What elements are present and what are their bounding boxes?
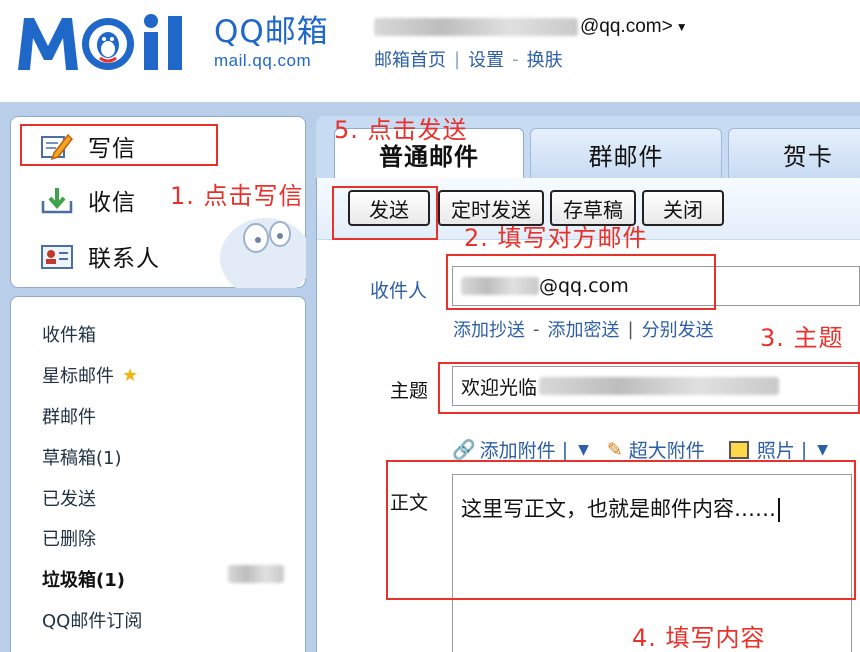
folder-inbox[interactable]: 收件箱 [42,314,282,355]
account-menu[interactable]: @qq.com> ▼ [374,14,688,40]
contacts-button[interactable]: 联系人 [40,236,160,276]
annotation-step-5: 5. 点击发送 [334,116,468,144]
divider: | [454,48,461,70]
inbox-download-icon [41,188,73,214]
star-icon: ★ [122,364,139,386]
divider: - [533,318,540,340]
paperclip-icon: 🔗 [452,439,476,461]
blurred-junk-extra [228,565,284,583]
folder-label: 垃圾箱(1) [42,570,125,592]
annotation-step-2: 2. 填写对方邮件 [464,224,648,252]
divider: - [512,48,519,70]
annotation-box-compose [20,124,218,166]
qq-mail-logo [18,14,182,70]
annotation-step-4: 4. 填写内容 [632,624,766,652]
annotation-box-subject [438,362,860,414]
account-email: @qq.com> [580,16,673,37]
add-attachment-link[interactable]: 添加附件 [480,436,556,463]
dropdown-icon[interactable]: ▼ [817,442,828,458]
subject-label: 主题 [390,380,429,402]
divider: | [627,318,634,340]
folder-starred[interactable]: 星标邮件 ★ [42,355,282,396]
separate-send-link[interactable]: 分别发送 [642,316,714,342]
tab-greeting-card[interactable]: 贺卡 [728,128,860,180]
photo-link[interactable]: 照片 [757,436,795,463]
folder-drafts[interactable]: 草稿箱(1) [42,436,282,477]
divider: | [800,438,808,461]
folder-group-mail[interactable]: 群邮件 [42,396,282,437]
top-links: 邮箱首页 | 设置 - 换肤 [374,46,563,72]
receive-button[interactable]: 收信 [40,180,136,220]
home-link[interactable]: 邮箱首页 [374,46,446,72]
skin-link[interactable]: 换肤 [527,46,563,72]
brand-en: mail.qq.com [214,51,312,70]
folder-deleted[interactable]: 已删除 [42,518,282,559]
blurred-account-name [374,18,578,36]
annotation-step-3: 3. 主题 [760,324,844,352]
folder-label: 收件箱 [42,325,96,347]
brand-cn: QQ邮箱 [214,14,329,50]
receive-label: 收信 [88,190,136,216]
dropdown-icon[interactable]: ▼ [578,442,589,458]
annotation-box-send [332,186,438,240]
recipient-options: 添加抄送 - 添加密送 | 分别发送 [453,316,714,342]
caret-down-icon: ▼ [675,20,688,34]
paperclip-large-icon: ✎ [606,438,623,461]
folder-sent[interactable]: 已发送 [42,477,282,518]
penguin-mascot-watermark [220,218,306,288]
folder-label: 星标邮件 [42,366,114,388]
divider: | [561,438,569,461]
photo-icon [728,440,749,459]
add-bcc-link[interactable]: 添加密送 [548,316,620,342]
attachment-bar: 🔗 添加附件 | ▼ ✎ 超大附件 照片 | ▼ [452,436,832,463]
tab-group-mail[interactable]: 群邮件 [530,128,722,180]
folder-label: 已删除 [42,529,96,551]
large-attachment-link[interactable]: 超大附件 [629,436,705,463]
folder-subscriptions[interactable]: QQ邮件订阅 [42,600,282,641]
folder-label: 已发送 [42,488,96,510]
folder-list: 收件箱 星标邮件 ★ 群邮件 草稿箱(1) 已发送 已删除 垃圾箱(1) QQ邮件… [42,314,282,640]
folder-label: QQ邮件订阅 [42,610,143,632]
annotation-box-recipient [446,254,716,310]
annotation-box-body [386,460,856,600]
contacts-label: 联系人 [88,246,160,272]
folder-label: 草稿箱(1) [42,447,122,469]
add-cc-link[interactable]: 添加抄送 [453,316,525,342]
contact-card-icon [41,245,73,269]
folder-label: 群邮件 [42,406,96,428]
annotation-step-1: 1. 点击写信 [170,182,304,210]
recipient-label: 收件人 [370,280,428,302]
brand: QQ邮箱 mail.qq.com [214,14,364,72]
close-button[interactable]: 关闭 [642,190,724,226]
settings-link[interactable]: 设置 [468,46,504,72]
